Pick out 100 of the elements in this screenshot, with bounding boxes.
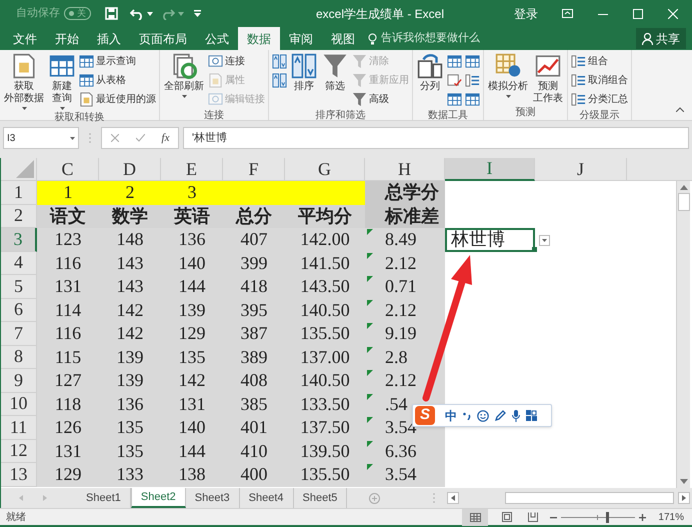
ribbon-tab[interactable]: 公式 [196,27,238,50]
row-header[interactable]: 1 [1,181,37,204]
row-header[interactable]: 6 [1,298,37,322]
scroll-down-icon[interactable] [680,479,688,484]
horizontal-scrollbar[interactable] [447,491,690,505]
scroll-thumb[interactable] [678,193,690,211]
scroll-up-icon[interactable] [680,185,688,190]
zoom-slider-thumb[interactable] [606,512,609,522]
row-header[interactable]: 7 [1,322,37,346]
table-cell: 135 [99,440,161,463]
ribbon-tab[interactable]: 文件 [4,27,46,50]
save-icon[interactable] [105,7,118,20]
table-cell: 418 [223,275,285,298]
normal-view-button[interactable] [462,508,488,526]
ribbon-button[interactable]: 模拟分析 [487,53,529,98]
ribbon-button[interactable]: 组合 [571,53,628,70]
ribbon-button[interactable]: 显示查询 [79,53,156,70]
page-layout-icon[interactable] [502,512,512,522]
ribbon-tab[interactable]: 审阅 [280,27,322,50]
smiley-icon[interactable] [477,410,489,422]
zoom-level[interactable]: 171% [658,510,684,524]
caret-icon[interactable] [147,12,153,16]
ribbon-button[interactable]: 筛选 [321,53,349,93]
ribbon-tab[interactable]: 数据 [238,27,280,50]
ribbon-tab[interactable]: 页面布局 [130,27,196,50]
row-header[interactable]: 8 [1,346,37,369]
column-header[interactable]: I [445,158,535,181]
ribbon-button[interactable]: 高级 [352,91,409,108]
ribbon-button[interactable]: 分列 [416,53,444,93]
ribbon-button[interactable]: 连接 [208,53,265,70]
row-header[interactable]: 2 [1,204,37,228]
toolbox-icon[interactable] [526,410,537,421]
maximize-icon[interactable] [633,8,643,18]
table-cell: 136 [161,228,223,252]
ribbon-icon-button[interactable] [465,91,480,108]
ribbon-display-icon[interactable] [562,9,573,18]
scroll-thumb[interactable] [505,492,674,504]
table-cell: 语文 [37,204,99,228]
ribbon-button[interactable]: 获取 外部数据 [3,53,45,110]
row-header[interactable]: 10 [1,392,37,416]
ribbon-button[interactable]: 分类汇总 [571,91,628,108]
row-header[interactable]: 9 [1,369,37,392]
ribbon-tab[interactable]: 插入 [88,27,130,50]
ribbon-button[interactable]: 最近使用的源 [79,91,156,108]
fill-handle[interactable] [532,247,537,252]
ribbon-icon-button[interactable] [447,72,462,89]
row-header[interactable]: 11 [1,416,37,440]
share-button[interactable]: 共享 [636,28,686,49]
scroll-right-icon[interactable] [682,495,686,501]
autocomplete-button[interactable] [539,235,550,246]
person-icon [642,32,653,44]
ribbon-button[interactable]: 排序 [290,53,318,93]
ribbon-icon-button[interactable] [465,53,480,70]
ribbon-button[interactable]: 新建 查询 [48,53,76,110]
table-cell: 137.00 [285,346,365,369]
link-icon [208,54,223,69]
microphone-icon[interactable] [512,410,520,422]
ribbon-tab[interactable]: 开始 [46,27,88,50]
undo-icon[interactable] [130,8,144,20]
punctuation-icon[interactable] [463,412,471,420]
ribbon-button[interactable]: 全部刷新 [163,53,205,98]
row-header[interactable]: 12 [1,440,37,463]
table-cell: 2.12 [365,369,445,392]
tell-me-field[interactable]: 告诉我你想要做什么 [381,30,480,47]
name-box[interactable]: I3 [3,127,79,149]
ribbon-icon-button[interactable] [447,53,462,70]
sign-in-link[interactable]: 登录 [514,4,538,22]
insert-function-button[interactable]: fx [162,130,170,146]
customize-icon[interactable] [194,10,201,17]
close-icon[interactable] [668,8,678,18]
group-label: 预测 [516,106,536,120]
table-icon [79,54,94,69]
zoom-in-icon[interactable] [639,514,646,520]
pencil-icon[interactable] [495,410,506,421]
table-cell: 136 [99,392,161,416]
ribbon-button[interactable]: 从表格 [79,72,156,89]
ribbon-icon-button[interactable] [272,53,287,70]
caret-icon [182,95,186,98]
table-cell: 140.50 [285,369,365,392]
row-header[interactable]: 13 [1,463,37,486]
sheet-tab[interactable]: Sheet2 [130,488,186,508]
scroll-left-icon[interactable] [451,495,456,501]
ime-mode-button[interactable]: 中 [445,406,457,424]
table-cell: 2.12 [365,252,445,275]
ribbon-button[interactable]: 取消组合 [571,72,628,89]
row-header[interactable]: 3 [1,228,37,252]
ribbon-icon-button[interactable] [272,72,287,89]
row-header[interactable]: 4 [1,252,37,275]
vertical-scrollbar[interactable] [676,181,690,488]
row-header[interactable]: 5 [1,275,37,298]
page-break-icon[interactable] [528,512,538,522]
ribbon-icon-button[interactable] [447,91,462,108]
ribbon-button[interactable]: 预测 工作表 [532,53,564,105]
caret-icon [22,107,26,110]
active-cell[interactable]: 林世博 [445,228,535,252]
ribbon-tab[interactable]: 视图 [322,27,364,50]
ribbon-icon-button[interactable] [465,72,480,89]
formula-field[interactable]: '林世博 [183,127,689,149]
table-cell: 135 [161,346,223,369]
collapse-ribbon-icon[interactable] [676,107,684,112]
